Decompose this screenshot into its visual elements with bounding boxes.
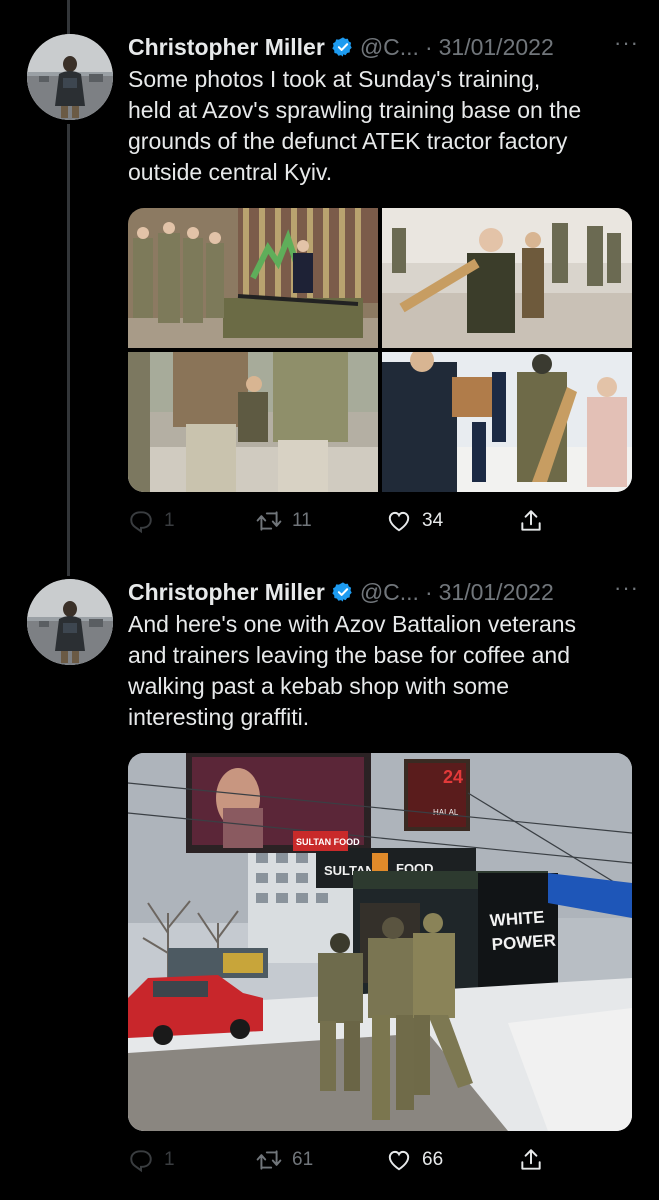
heart-icon xyxy=(388,511,410,532)
tweet-header: Christopher Miller @C... · 31/01/2022 ··… xyxy=(128,32,639,62)
reply-count: 1 xyxy=(164,510,175,531)
reply-count: 1 xyxy=(164,1149,175,1170)
like-count: 66 xyxy=(422,1149,444,1170)
share-button[interactable] xyxy=(518,1147,554,1173)
retweet-count: 11 xyxy=(292,510,312,531)
like-button[interactable]: 66 xyxy=(386,1147,443,1173)
like-button[interactable]: 34 xyxy=(386,508,443,534)
more-options-icon[interactable]: ··· xyxy=(614,577,639,607)
sultan-food-small-sign: SULTAN FOOD xyxy=(296,837,360,847)
author-name[interactable]: Christopher Miller xyxy=(128,579,325,606)
photo-kebab-shop-street[interactable]: 24 HALAL SULTAN FOOD SULTAN FOOD WHITE P… xyxy=(128,753,632,1131)
tweet-date[interactable]: 31/01/2022 xyxy=(439,34,554,61)
more-options-icon[interactable]: ··· xyxy=(614,32,639,62)
retweet-icon xyxy=(256,1150,282,1170)
separator: · xyxy=(424,33,433,60)
heart-icon xyxy=(388,1150,410,1171)
photo-wooden-guns-outdoors[interactable] xyxy=(382,352,632,492)
tweet-date[interactable]: 31/01/2022 xyxy=(439,579,554,606)
verified-badge-icon xyxy=(332,36,354,58)
retweet-button[interactable]: 11 xyxy=(256,508,312,534)
photo-wooden-rifle-drill[interactable] xyxy=(382,208,632,348)
like-count: 34 xyxy=(422,510,444,531)
media-grid[interactable] xyxy=(128,208,632,492)
thread-line-top xyxy=(67,0,70,34)
verified-badge-icon xyxy=(332,581,354,603)
reply-button[interactable]: 1 xyxy=(128,508,175,534)
avatar[interactable] xyxy=(27,579,113,665)
tweet-text: Some photos I took at Sunday's training,… xyxy=(128,66,582,185)
reply-button[interactable]: 1 xyxy=(128,1147,175,1173)
retweet-button[interactable]: 61 xyxy=(256,1147,313,1173)
share-icon xyxy=(521,1149,541,1170)
avatar[interactable] xyxy=(27,34,113,120)
retweet-icon xyxy=(256,511,282,531)
tweet-text: And here's one with Azov Battalion veter… xyxy=(128,611,577,730)
tweet-actions: 1 61 66 xyxy=(128,1145,548,1175)
share-button[interactable] xyxy=(518,508,554,534)
separator: · xyxy=(424,578,433,605)
halal-24-sign: 24 xyxy=(443,767,463,787)
reply-icon xyxy=(130,511,152,534)
photo-training-indoors[interactable] xyxy=(128,352,378,492)
retweet-count: 61 xyxy=(292,1149,314,1170)
author-handle[interactable]: @C... xyxy=(360,34,419,61)
graffiti-white: WHITE xyxy=(489,907,545,930)
photo-soldiers-with-rifles[interactable] xyxy=(128,208,378,348)
tweet-actions: 1 11 34 xyxy=(128,506,548,536)
reply-icon xyxy=(130,1150,152,1173)
author-handle[interactable]: @C... xyxy=(360,579,419,606)
tweet-header: Christopher Miller @C... · 31/01/2022 ··… xyxy=(128,577,639,607)
share-icon xyxy=(521,510,541,531)
author-name[interactable]: Christopher Miller xyxy=(128,34,325,61)
tweet[interactable]: Christopher Miller @C... · 31/01/2022 ··… xyxy=(0,32,659,534)
tweet[interactable]: Christopher Miller @C... · 31/01/2022 ··… xyxy=(0,577,659,1177)
